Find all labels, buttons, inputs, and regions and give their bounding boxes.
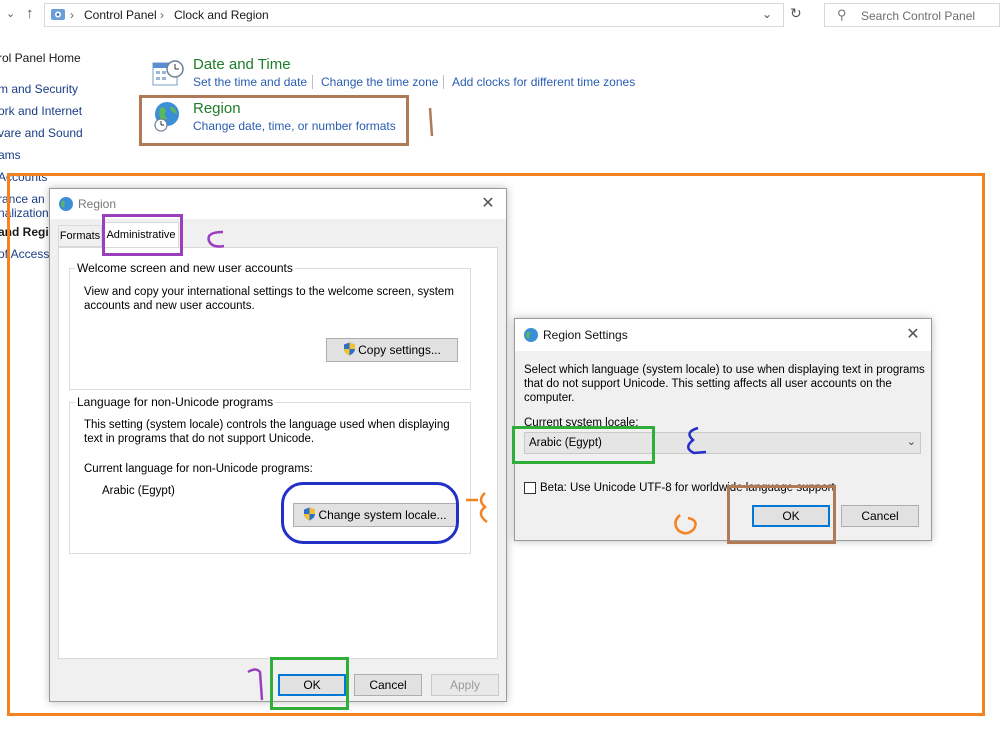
- annotation-number-5: [674, 514, 697, 535]
- annotation-number-6: [247, 668, 264, 701]
- annotation-number-1: [428, 107, 434, 137]
- annotation-number-3: [466, 492, 488, 524]
- annotation-handwritten-numbers: [207, 107, 707, 701]
- annotation-number-2: [207, 230, 225, 248]
- annotation-number-4: [687, 426, 707, 455]
